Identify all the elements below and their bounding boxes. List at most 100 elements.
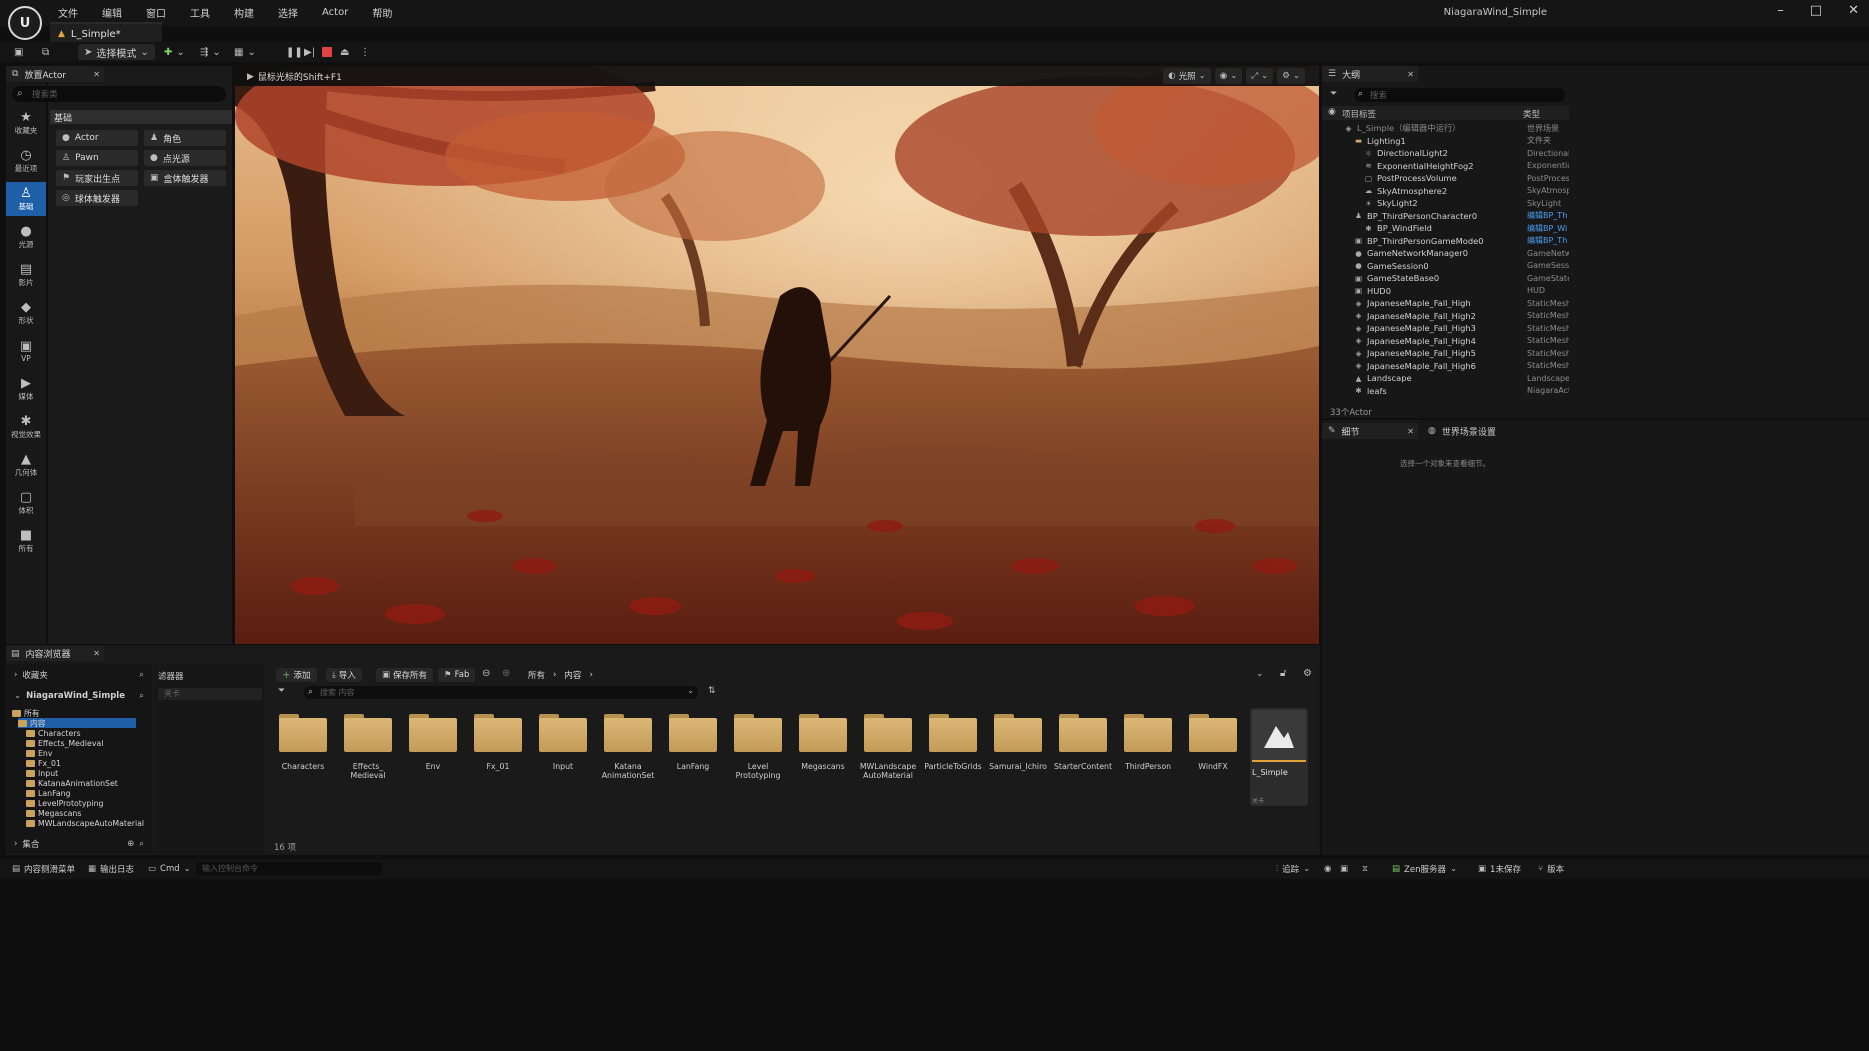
outliner-row[interactable]: ≋ ExponentialHeightFog2 Exponential [1322, 160, 1569, 173]
tab-details[interactable]: ✎ 细节 ✕ [1322, 423, 1418, 439]
screenshot-button[interactable]: ▣ [1340, 862, 1348, 876]
folder-tile[interactable]: LanFang [662, 710, 724, 796]
level-viewport[interactable] [235, 66, 1319, 644]
lighting-mode-button[interactable]: ◐ 光照 ⌄ [1163, 68, 1211, 84]
place-boxtrigger-button[interactable]: ▣ 盒体触发器 [144, 170, 226, 186]
outliner-row[interactable]: ● GameSession0 GameSess [1322, 260, 1569, 273]
output-log-button[interactable]: ▦ 输出日志 [88, 862, 134, 876]
record-button[interactable]: ◉ [1324, 862, 1331, 876]
outliner-row[interactable]: ▣ GameStateBase0 GameState [1322, 272, 1569, 285]
viewport-settings-button[interactable]: ⚙ ⌄ [1277, 68, 1305, 84]
outliner-row-type[interactable]: 编辑BP_Wi [1527, 223, 1569, 234]
history-back-icon[interactable]: ⊖ [482, 668, 490, 679]
collections-section[interactable]: › 集合 ⊕ ⌕ [14, 837, 144, 851]
outliner-row[interactable]: ✱ BP_WindField 编辑BP_Wi [1322, 222, 1569, 235]
folder-tile[interactable]: Effects_ Medieval [337, 710, 399, 796]
history-forward-icon[interactable]: ⊕ [502, 668, 510, 679]
tool-person[interactable]: ♙ 基础 [6, 182, 46, 216]
zen-server-button[interactable]: ▤ Zen服务器 ⌄ [1392, 862, 1457, 876]
outliner-row[interactable]: ▬ Lighting1 文件夹 [1322, 135, 1569, 148]
hourglass-button[interactable]: ⧖ [1362, 862, 1368, 876]
browse-button[interactable]: ⧉ [42, 44, 49, 60]
outliner-row[interactable]: ✱ leafs NiagaraAct [1322, 385, 1569, 398]
outliner-row[interactable]: ◈ JapaneseMaple_Fall_High3 StaticMesh [1322, 322, 1569, 335]
outliner-row[interactable]: ☼ DirectionalLight2 Directional [1322, 147, 1569, 160]
fab-button[interactable]: ⚑ Fab [438, 668, 476, 682]
filter-icon[interactable]: ⏷ [1330, 89, 1337, 99]
folder-tree-item[interactable]: MWLandscapeAutoMaterial [26, 818, 144, 828]
outliner-row[interactable]: ◈ JapaneseMaple_Fall_High4 StaticMesh [1322, 335, 1569, 348]
save-button[interactable]: ▣ [14, 44, 23, 60]
tool-light[interactable]: ● 光源 [6, 220, 46, 254]
folder-tile[interactable]: Input [532, 710, 594, 796]
filter-icon[interactable]: ⏷ [278, 686, 285, 696]
outliner-row[interactable]: ◈ JapaneseMaple_Fall_High2 StaticMesh [1322, 310, 1569, 323]
import-button[interactable]: ⤓ 导入 [326, 668, 362, 682]
outliner-row[interactable]: ▲ Landscape Landscape [1322, 372, 1569, 385]
close-icon[interactable]: ✕ [1407, 70, 1414, 79]
outliner-row[interactable]: ▢ PostProcessVolume PostProces [1322, 172, 1569, 185]
add-actor-button[interactable]: ✚ ⌄ [164, 44, 185, 60]
history-dropdown-icon[interactable]: ⌄ [1256, 669, 1264, 679]
tool-clock[interactable]: ◷ 最近项 [6, 144, 46, 178]
tool-all[interactable]: ■ 所有 [6, 524, 46, 558]
outliner-row[interactable]: ◈ JapaneseMaple_Fall_High6 StaticMesh [1322, 360, 1569, 373]
tab-outliner[interactable]: ☰ 大纲 ✕ [1322, 66, 1418, 82]
folder-tile[interactable]: Fx_01 [467, 710, 529, 796]
unreal-logo-icon[interactable]: U [8, 6, 42, 40]
save-all-button[interactable]: ▣ 保存所有 [376, 668, 434, 682]
outliner-row-type[interactable]: 编辑BP_Th [1527, 210, 1569, 221]
folder-tree-item[interactable]: Input [26, 768, 58, 778]
eject-button[interactable]: ⏏ [340, 44, 349, 60]
filter-search-input[interactable]: 关卡 [158, 688, 262, 700]
project-section[interactable]: ⌄ NiagaraWind_Simple ⌕ [14, 689, 144, 703]
content-search-input[interactable]: ⌕ 搜索 内容 ⌄ [304, 686, 698, 699]
folder-tile[interactable]: ThirdPerson [1117, 710, 1179, 796]
content-drawer-button[interactable]: ▤ 内容侧滑菜单 [12, 862, 75, 876]
folder-tree-item[interactable]: LevelPrototyping [26, 798, 103, 808]
pause-button[interactable]: ❚❚ [286, 44, 303, 60]
folder-tree-item[interactable]: Fx_01 [26, 758, 61, 768]
favorites-section[interactable]: › 收藏夹 ⌕ [14, 668, 144, 682]
place-pointlight-button[interactable]: ● 点光源 [144, 150, 226, 166]
revision-control-button[interactable]: ⑂ 版本 [1538, 862, 1564, 876]
outliner-row[interactable]: ♟ BP_ThirdPersonCharacter0 编辑BP_Th [1322, 210, 1569, 223]
folder-tile[interactable]: Katana AnimationSet [597, 710, 659, 796]
folder-tree-item[interactable]: 所有 [12, 708, 40, 718]
outliner-row-type[interactable]: 编辑BP_Th [1527, 235, 1569, 246]
unsaved-button[interactable]: ▣ 1未保存 [1478, 862, 1521, 876]
tool-vp[interactable]: ▣ VP [6, 334, 46, 368]
minimize-button[interactable]: – [1777, 3, 1784, 18]
tab-content-browser[interactable]: ▤ 内容浏览器 ✕ [6, 646, 104, 661]
close-icon[interactable]: ✕ [93, 70, 100, 79]
tool-volume[interactable]: ▢ 体积 [6, 486, 46, 520]
outliner-row[interactable]: ◈ L_Simple（编辑器中运行） 世界场景 [1322, 122, 1569, 135]
outliner-row[interactable]: ◈ JapaneseMaple_Fall_High5 StaticMesh [1322, 347, 1569, 360]
folder-tree-item[interactable]: KatanaAnimationSet [26, 778, 118, 788]
menu-item[interactable]: 编辑 [100, 5, 124, 20]
console-command-input[interactable]: 输入控制台命令 [196, 862, 382, 875]
place-actor-button[interactable]: ● Actor [56, 130, 138, 146]
folder-tree-item[interactable]: Effects_Medieval [26, 738, 103, 748]
sort-icon[interactable]: ⇅ [708, 686, 716, 696]
stop-button[interactable] [322, 44, 332, 60]
more-options-button[interactable]: ⋮ [360, 44, 370, 60]
menu-item[interactable]: 构建 [232, 5, 256, 20]
folder-tile[interactable]: Characters [272, 710, 334, 796]
settings-gear-icon[interactable]: ⚙ [1303, 668, 1312, 679]
cmd-dropdown[interactable]: ▭ Cmd ⌄ [148, 862, 191, 876]
folder-tile[interactable]: ParticleToGrids [922, 710, 984, 796]
maximize-button[interactable]: □ [1810, 3, 1822, 18]
transform-tools-button[interactable]: ⤢ ⌄ [1246, 68, 1274, 84]
place-spheretrigger-button[interactable]: ◎ 球体触发器 [56, 190, 138, 206]
add-icon[interactable]: ⊕ [127, 839, 134, 849]
folder-tile[interactable]: MWLandscape AutoMaterial [857, 710, 919, 796]
folder-tree-item[interactable]: Characters [26, 728, 81, 738]
place-character-button[interactable]: ♟ 角色 [144, 130, 226, 146]
folder-tile[interactable]: Level Prototyping [727, 710, 789, 796]
blueprint-button[interactable]: ⇶ ⌄ [200, 44, 221, 60]
menu-item[interactable]: 窗口 [144, 5, 168, 20]
tab-world-settings[interactable]: ◍ 世界场景设置 [1424, 423, 1534, 439]
menu-item[interactable]: Actor [320, 7, 350, 18]
lock-icon[interactable]: 🔓︎ [1280, 668, 1286, 679]
